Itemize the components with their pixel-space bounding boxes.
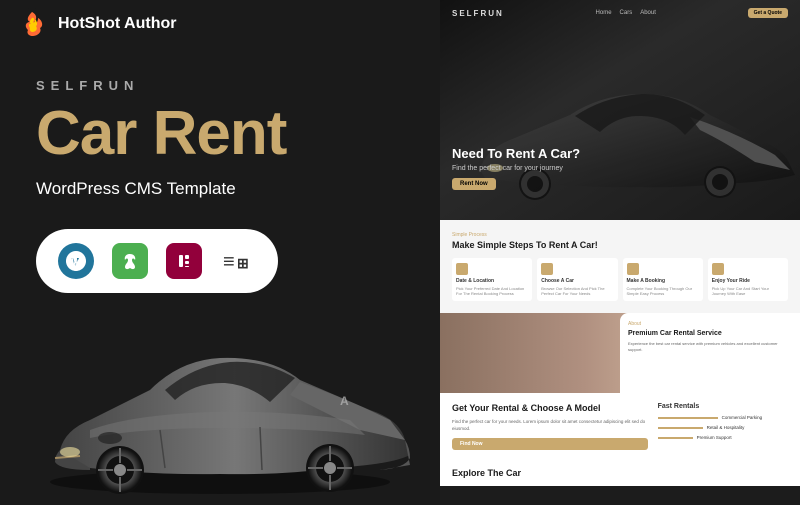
ultimate-addons-icon: ≡ ⊞ [220,243,256,279]
mock-nav-logo: SELFRUN [452,9,504,18]
mock-hero-section: SELFRUN Home Cars About Get a Quote [440,0,800,220]
mock-rental-left: Get Your Rental & Choose A Model Find th… [452,403,648,450]
mock-hero-button: Rent Now [452,178,496,190]
mock-feature-bar-1 [658,417,718,419]
mock-step-1: Date & Location Pick Your Preferred Date… [452,258,532,301]
mock-overlay-text: Experience the best car rental service w… [628,341,792,353]
mock-nav-cta: Get a Quote [748,8,788,18]
header-bar: HotShot Author [0,0,260,48]
svg-text:⊞: ⊞ [237,255,249,271]
mock-nav-link-about: About [640,10,656,16]
hotshot-logo-icon [16,8,48,40]
mock-feature-1: Commercial Parking [658,415,788,420]
mock-rental-button: Find Now [452,438,648,450]
mock-hero-car-svg [460,60,800,220]
svg-text:W: W [71,257,81,268]
mock-nav: SELFRUN Home Cars About Get a Quote [440,8,800,18]
wordpress-icon: W [58,243,94,279]
mock-woman-section: About Premium Car Rental Service Experie… [440,313,800,393]
mock-nav-links: Home Cars About [596,10,656,16]
left-panel: SELFRUN Car Rent WordPress CMS Template … [0,48,460,500]
brand-name: SELFRUN [36,78,424,93]
plugin-icons-row: W ≡ ⊞ [36,229,278,293]
quillforms-icon [112,243,148,279]
mock-hero-text: Need To Rent A Car? Find the perfect car… [452,146,580,190]
mock-steps-grid: Date & Location Pick Your Preferred Date… [452,258,788,301]
main-title: Car Rent [36,103,424,165]
elementor-icon [166,243,202,279]
mock-step-3-text: Complete Your Booking Through Our Simple… [627,286,699,296]
mock-explore-title: Explore The Car [440,460,800,482]
mock-feature-label-1: Commercial Parking [722,415,763,420]
mock-step-1-text: Pick Your Preferred Date And Location Fo… [456,286,528,296]
svg-text:≡: ≡ [223,251,235,272]
mock-hero-subtitle: Find the perfect car for your journey [452,165,580,172]
mock-steps-eyebrow: Simple Process [452,232,788,238]
car-image: A [10,300,430,500]
mock-overlay-title: Premium Car Rental Service [628,329,792,338]
mock-feature-3: Premium Support [658,435,788,440]
header-title: HotShot Author [58,15,176,33]
mock-woman-overlay-card: About Premium Car Rental Service Experie… [620,313,800,393]
mock-feature-2: Retail & Hospitality [658,425,788,430]
mock-rental-section: Get Your Rental & Choose A Model Find th… [440,393,800,460]
mock-nav-link-cars: Cars [620,10,633,16]
mock-nav-link-home: Home [596,10,612,16]
mock-overlay-eyebrow: About [628,321,792,327]
mock-step-3: Make A Booking Complete Your Booking Thr… [623,258,703,301]
mock-feature-bar-3 [658,437,693,439]
right-panel-mock-site: SELFRUN Home Cars About Get a Quote [440,0,800,500]
mock-feature-label-3: Premium Support [697,435,732,440]
mock-features-title: Fast Rentals [658,403,788,410]
mock-rental-right: Fast Rentals Commercial Parking Retail &… [658,403,788,450]
mock-feature-bar-2 [658,427,703,429]
mock-car-hero: SELFRUN Home Cars About Get a Quote [440,0,800,220]
svg-text:A: A [340,394,349,408]
mock-explore-section: Explore The Car [440,460,800,486]
mock-rental-text: Find the perfect car for your needs. Lor… [452,419,648,433]
mock-step-2: Choose A Car Browse Our Selection And Pi… [537,258,617,301]
mock-step-3-title: Make A Booking [627,278,699,284]
mock-step-4-title: Enjoy Your Ride [712,278,784,284]
mock-hero-title: Need To Rent A Car? [452,146,580,162]
mock-step-1-title: Date & Location [456,278,528,284]
subtitle: WordPress CMS Template [36,179,424,199]
mock-step-2-text: Browse Our Selection And Pick The Perfec… [541,286,613,296]
mock-rental-title: Get Your Rental & Choose A Model [452,403,648,415]
mock-feature-label-2: Retail & Hospitality [707,425,745,430]
mock-step-4-text: Pick Up Your Car And Start Your Journey … [712,286,784,296]
mock-step-2-title: Choose A Car [541,278,613,284]
mock-step-4: Enjoy Your Ride Pick Up Your Car And Sta… [708,258,788,301]
mock-steps-title: Make Simple Steps To Rent A Car! [452,240,788,252]
mock-steps-section: Simple Process Make Simple Steps To Rent… [440,220,800,313]
